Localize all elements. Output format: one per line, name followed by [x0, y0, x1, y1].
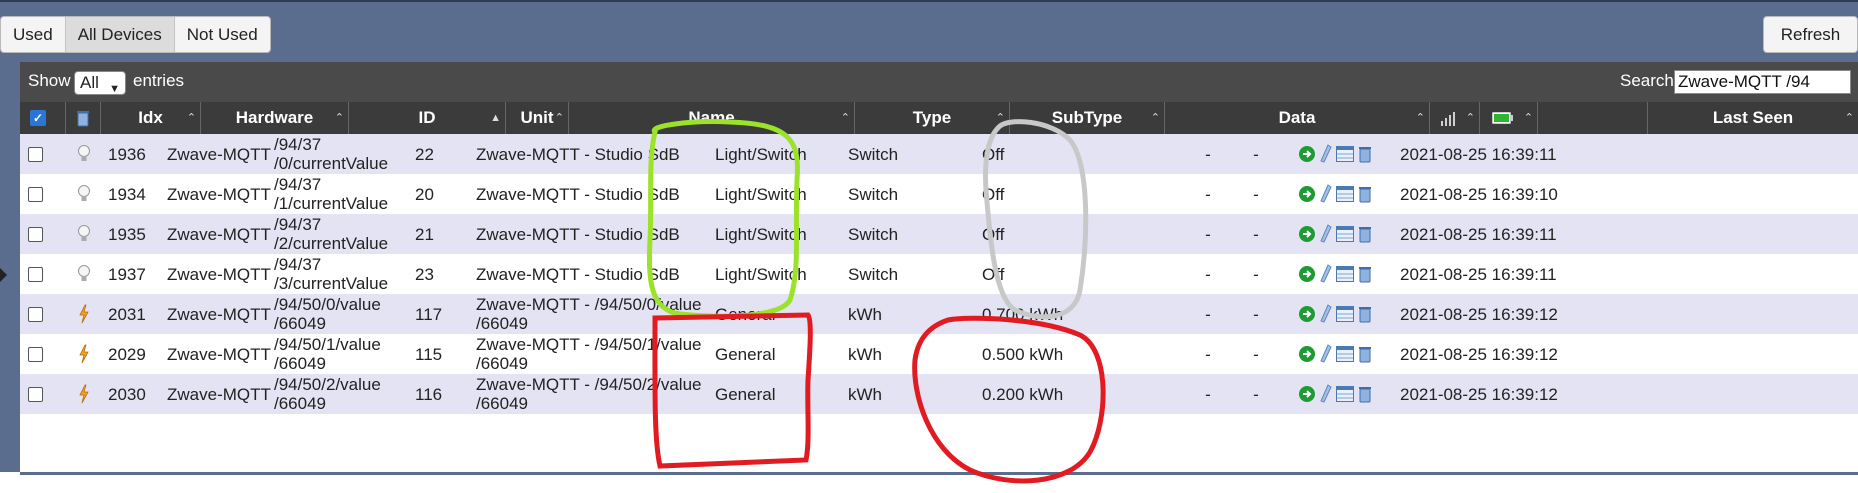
name-red-box	[652, 312, 813, 469]
name-green-circle	[646, 119, 800, 319]
subtype-red-circle	[912, 315, 1106, 484]
subtype-gray-circle	[983, 119, 1089, 320]
annotation-overlay	[646, 119, 1106, 484]
